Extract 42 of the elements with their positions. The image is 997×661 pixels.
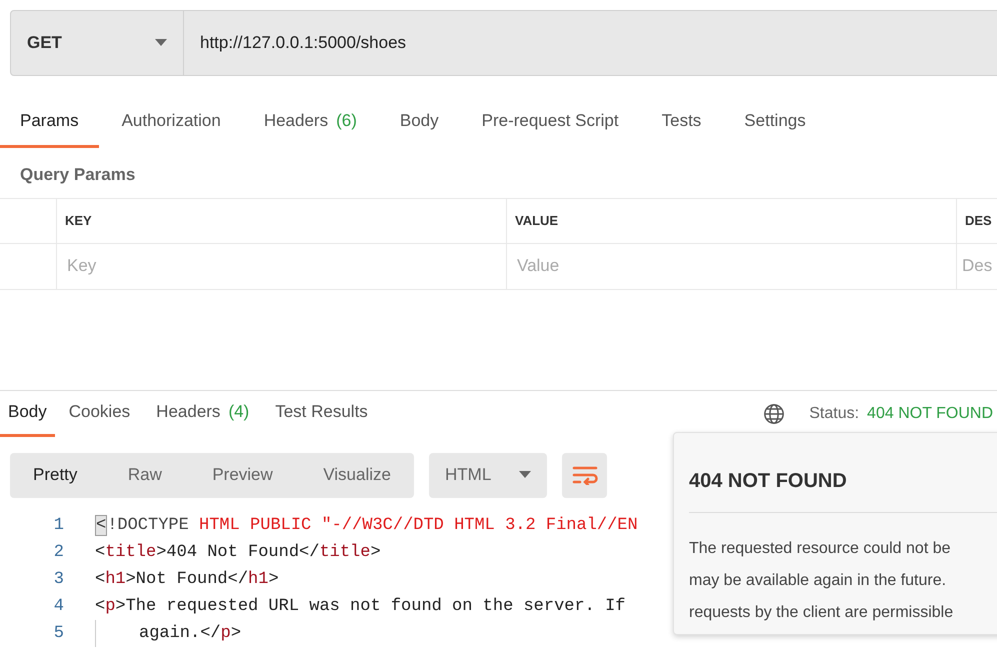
line-number: 4 [52, 596, 64, 618]
param-input[interactable]: Key [56, 244, 506, 288]
line-number: 3 [52, 568, 64, 590]
section-title: Query Params [19, 164, 136, 186]
popover-description: The requested resource could not be may be available again in the future. requests by the client are permissible [689, 539, 954, 623]
tab[interactable]: Body [380, 96, 459, 148]
caret-icon [155, 39, 167, 47]
tab[interactable]: Params [0, 96, 99, 148]
param-input[interactable]: Des [956, 244, 997, 288]
status-label: Status: [809, 404, 860, 424]
tab[interactable]: Body [0, 390, 55, 436]
line-number: 1 [52, 514, 64, 536]
url-field[interactable]: http://127.0.0.1:5000/shoes [184, 11, 422, 75]
tab[interactable]: Tests [642, 96, 722, 148]
column-header: VALUE [515, 212, 558, 230]
code-line: <h1>Not Found</h1> [95, 568, 279, 590]
param-input[interactable]: Value [506, 244, 956, 288]
tab[interactable]: Headers (6) [244, 96, 377, 148]
view-mode-button[interactable]: Preview [195, 457, 290, 493]
tab[interactable]: Pre-request Script [462, 96, 639, 148]
tab[interactable]: Headers (4) [146, 390, 260, 436]
globe-icon [763, 402, 786, 424]
code-line: <p>The requested URL was not found on the server. If [95, 596, 626, 618]
wrap-button[interactable] [562, 452, 607, 498]
format-dropdown[interactable]: HTML [429, 452, 547, 498]
view-mode-button[interactable]: Visualize [306, 457, 408, 493]
column-header: KEY [65, 212, 92, 230]
code-line: <title>404 Not Found</title> [95, 542, 381, 564]
wrap-lines-icon [572, 465, 598, 485]
popover-title: 404 NOT FOUND [689, 469, 848, 494]
caret-icon [519, 471, 531, 479]
column-header: DES [965, 212, 992, 230]
tab[interactable]: Authorization [102, 96, 241, 148]
line-number: 2 [52, 542, 64, 564]
code-line: <!DOCTYPE HTML PUBLIC "-//W3C//DTD HTML 3.2 Final//EN [95, 514, 638, 538]
tab[interactable]: Settings [724, 96, 826, 148]
method-dropdown[interactable]: GET [11, 11, 184, 75]
tab[interactable]: Test Results [265, 390, 378, 436]
line-number: 5 [52, 622, 64, 644]
view-mode-button[interactable]: Raw [110, 457, 179, 493]
code-line: again.</p> [139, 622, 242, 644]
tab[interactable]: Cookies [58, 390, 140, 436]
